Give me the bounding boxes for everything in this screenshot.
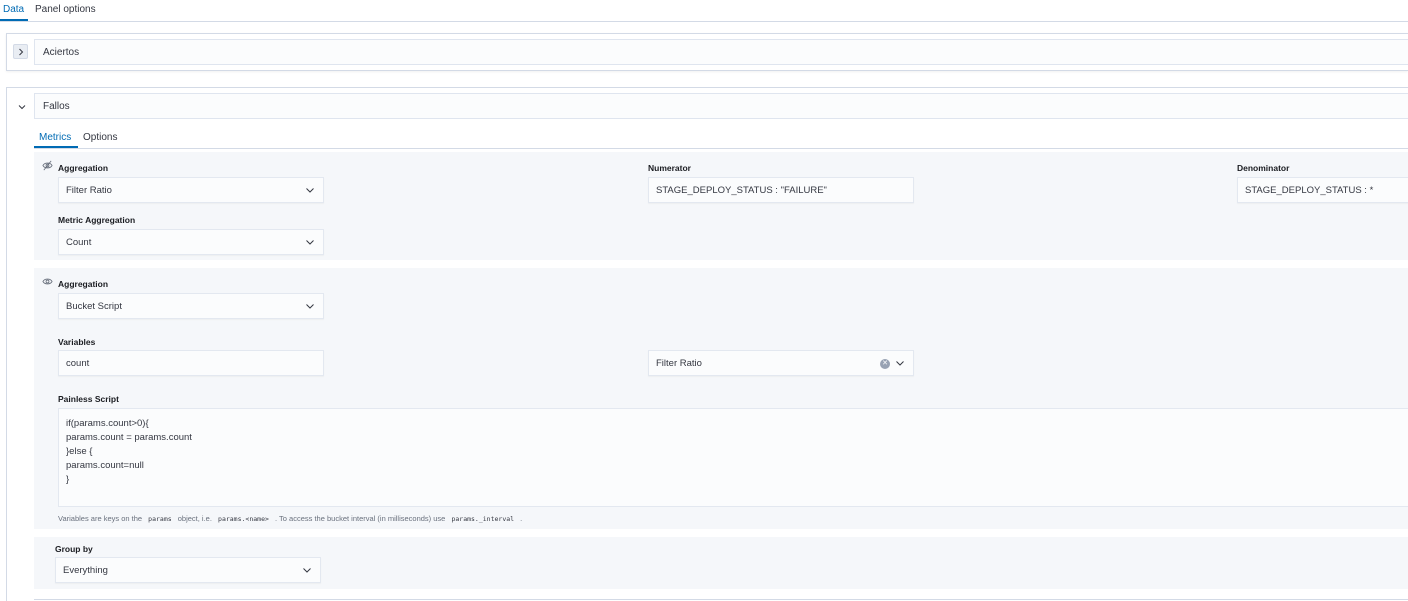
tab-options[interactable]: Options <box>83 132 117 143</box>
aggregation-label: Aggregation <box>58 279 109 289</box>
chevron-right-icon <box>18 48 23 55</box>
help-text-part: . <box>520 514 523 523</box>
chevron-down-icon <box>306 304 314 309</box>
series-panel-aciertos: Aciertos <box>6 33 1408 71</box>
aggregation-value: Bucket Script <box>66 300 122 312</box>
variable-name-input[interactable]: count <box>58 350 324 376</box>
help-text-part: . To access the bucket interval (in mill… <box>275 514 446 523</box>
expand-series-button[interactable] <box>13 44 28 59</box>
eye-closed-icon[interactable] <box>42 160 53 171</box>
tab-data[interactable]: Data <box>3 4 24 15</box>
metric-filter-ratio: Aggregation Filter Ratio Numerator STAGE… <box>34 152 1408 260</box>
chevron-down-icon <box>303 568 311 573</box>
help-code: params._interval <box>451 515 515 523</box>
painless-script-editor[interactable]: if(params.count>0){ params.count = param… <box>58 408 1408 507</box>
chevron-down-icon <box>896 361 904 366</box>
group-by-section: Group by Everything <box>34 537 1408 589</box>
aggregation-label: Aggregation <box>58 163 109 173</box>
help-text-part: object, i.e. <box>177 514 212 523</box>
help-code: params <box>148 515 172 523</box>
series-label-input[interactable]: Aciertos <box>34 39 1408 65</box>
chevron-down-icon <box>18 104 25 109</box>
variable-metric-value: Filter Ratio <box>656 357 702 369</box>
aggregation-value: Filter Ratio <box>66 184 112 196</box>
chevron-down-icon <box>306 240 314 245</box>
painless-script-label: Painless Script <box>58 394 119 404</box>
tab-metrics[interactable]: Metrics <box>39 132 71 143</box>
series-panel-fallos: Fallos Metrics Options Aggregation Filte… <box>6 87 1408 601</box>
aggregation-select[interactable]: Filter Ratio <box>58 177 324 203</box>
metric-aggregation-value: Count <box>66 236 92 248</box>
script-line: params.count=null <box>66 460 144 471</box>
group-by-value: Everything <box>63 564 108 576</box>
help-code: params.<name> <box>218 515 269 523</box>
inner-tabs-divider <box>34 148 1408 149</box>
clear-icon[interactable]: ✕ <box>880 359 890 369</box>
numerator-label: Numerator <box>648 163 691 173</box>
script-line: if(params.count>0){ <box>66 418 149 429</box>
tab-panel-options[interactable]: Panel options <box>35 4 96 15</box>
denominator-input[interactable]: STAGE_DEPLOY_STATUS : * <box>1237 177 1408 203</box>
script-line: }else { <box>66 446 93 457</box>
chevron-down-icon <box>306 188 314 193</box>
aggregation-select[interactable]: Bucket Script <box>58 293 324 319</box>
metric-aggregation-select[interactable]: Count <box>58 229 324 255</box>
top-tab-bar: Data Panel options <box>0 0 1408 22</box>
panel-bottom-divider <box>34 599 1408 600</box>
numerator-input[interactable]: STAGE_DEPLOY_STATUS : "FAILURE" <box>648 177 914 203</box>
denominator-label: Denominator <box>1237 163 1290 173</box>
variable-metric-select[interactable]: Filter Ratio ✕ <box>648 350 914 376</box>
metric-bucket-script: Aggregation Bucket Script Variables coun… <box>34 268 1408 529</box>
group-by-label: Group by <box>55 544 93 554</box>
collapse-series-button[interactable] <box>14 99 29 114</box>
group-by-select[interactable]: Everything <box>55 557 321 583</box>
help-text-part: Variables are keys on the <box>58 514 143 523</box>
script-line: } <box>66 474 70 485</box>
script-line: params.count = params.count <box>66 432 192 443</box>
active-tab-indicator <box>0 19 28 21</box>
variables-label: Variables <box>58 337 96 347</box>
metric-aggregation-label: Metric Aggregation <box>58 215 136 225</box>
series-label-input[interactable]: Fallos <box>34 93 1408 119</box>
eye-icon[interactable] <box>42 276 53 287</box>
script-help-text: Variables are keys on the params object,… <box>58 514 522 523</box>
